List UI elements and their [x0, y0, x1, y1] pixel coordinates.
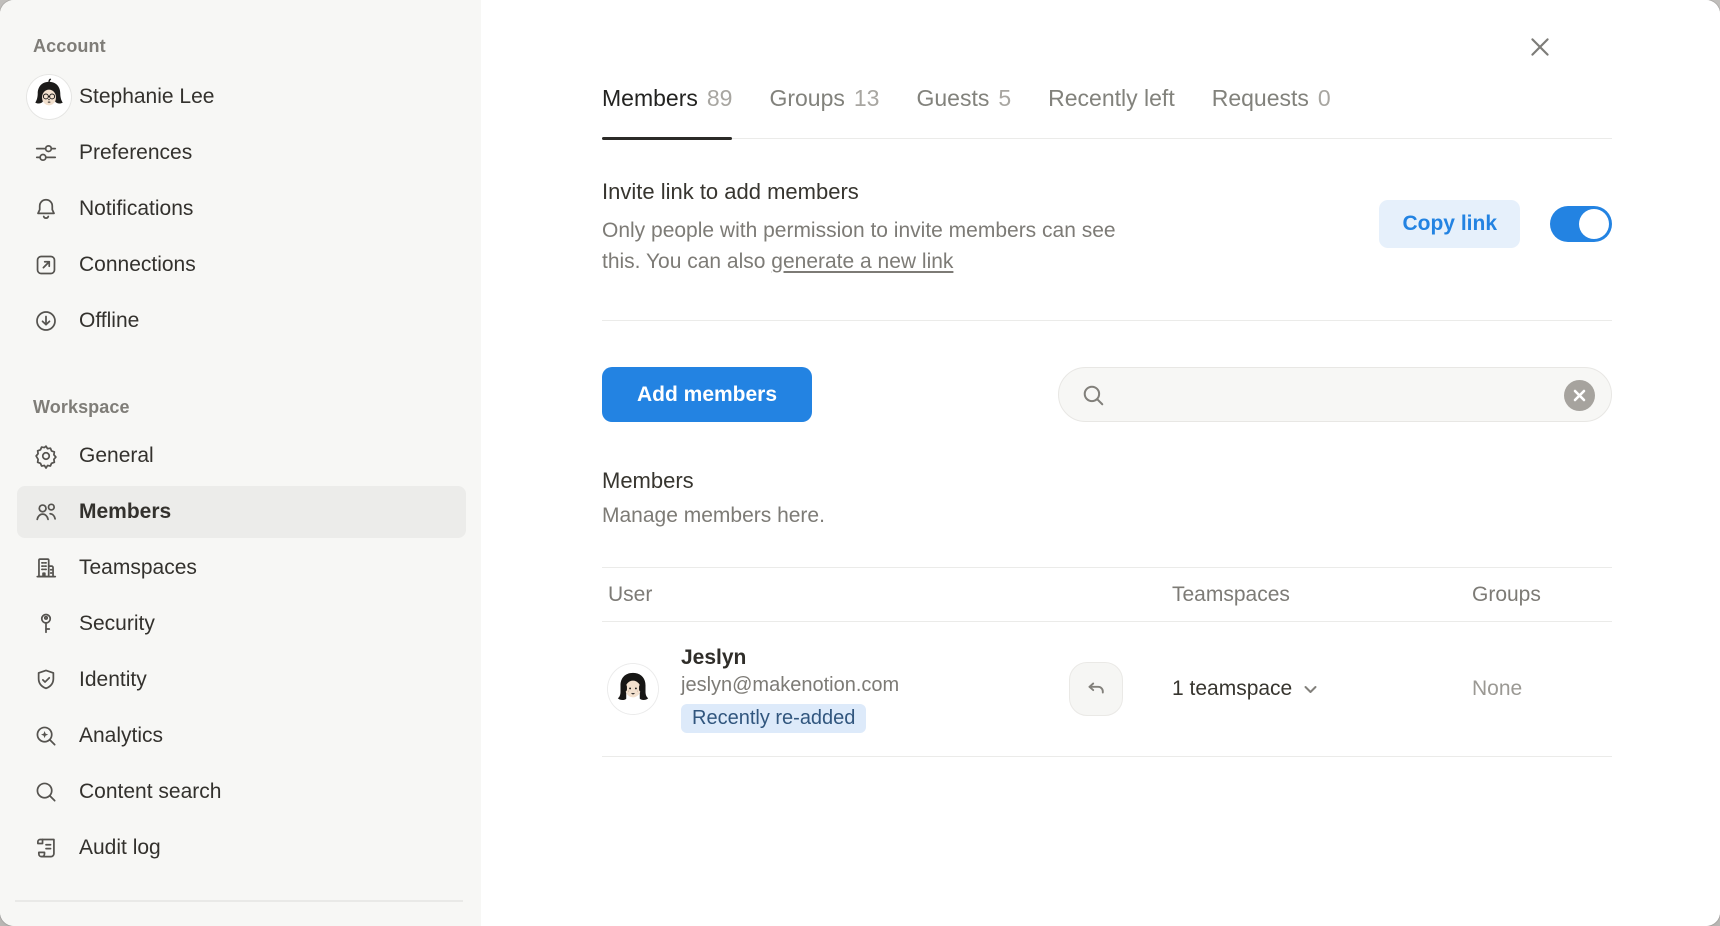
tab-members[interactable]: Members 89 — [602, 85, 732, 138]
tab-recently-left[interactable]: Recently left — [1048, 85, 1175, 138]
member-status-badge: Recently re-added — [681, 704, 866, 733]
sidebar-item-label: Connections — [79, 253, 196, 277]
sidebar-item-preferences[interactable]: Preferences — [17, 127, 466, 179]
sidebar-item-notifications[interactable]: Notifications — [17, 183, 466, 235]
sidebar-item-label: Notifications — [79, 197, 193, 221]
sidebar-item-account-user[interactable]: Stephanie Lee — [17, 71, 466, 123]
tab-count: 5 — [998, 85, 1011, 111]
download-circle-icon — [33, 308, 59, 334]
sliders-icon — [33, 140, 59, 166]
sidebar-item-label: Preferences — [79, 141, 192, 165]
magnifier-sparkle-icon — [33, 723, 59, 749]
scroll-icon — [33, 835, 59, 861]
undo-icon — [1084, 677, 1108, 701]
tab-label: Recently left — [1048, 85, 1175, 111]
settings-dialog: Account Stephanie Lee Preferences Notifi… — [0, 0, 1720, 926]
sidebar-item-identity[interactable]: Identity — [17, 654, 466, 706]
sidebar-item-label: Audit log — [79, 836, 161, 860]
tab-count: 13 — [854, 85, 880, 111]
chevron-down-icon — [1302, 681, 1319, 698]
sidebar-divider — [15, 900, 463, 902]
undo-button[interactable] — [1069, 662, 1123, 716]
sidebar-item-analytics[interactable]: Analytics — [17, 710, 466, 762]
column-header-groups: Groups — [1472, 583, 1612, 607]
members-heading: Members — [602, 468, 1612, 494]
invite-link-description: Only people with permission to invite me… — [602, 215, 1117, 277]
tab-label: Requests — [1212, 85, 1309, 111]
tab-groups[interactable]: Groups 13 — [769, 85, 879, 138]
sidebar-item-members[interactable]: Members — [17, 486, 466, 538]
add-members-button[interactable]: Add members — [602, 367, 812, 422]
tab-guests[interactable]: Guests 5 — [916, 85, 1011, 138]
member-avatar — [608, 664, 658, 714]
sidebar-item-general[interactable]: General — [17, 430, 466, 482]
sidebar-item-label: Security — [79, 612, 155, 636]
sidebar-item-label: Identity — [79, 668, 147, 692]
sidebar-item-label: General — [79, 444, 154, 468]
user-avatar — [27, 75, 71, 119]
magnifier-icon — [33, 779, 59, 805]
table-row: Jeslyn jeslyn@makenotion.com Recently re… — [602, 622, 1612, 757]
sidebar-section-workspace: Workspace — [17, 397, 466, 418]
sidebar-item-label: Offline — [79, 309, 139, 333]
tab-count: 0 — [1318, 85, 1331, 111]
column-header-teamspaces: Teamspaces — [1172, 583, 1472, 607]
member-search-box — [1058, 367, 1612, 422]
members-settings-panel: Members 89 Groups 13 Guests 5 Recently left… — [481, 0, 1720, 926]
sidebar-item-label: Teamspaces — [79, 556, 197, 580]
sidebar-section-account: Account — [17, 36, 466, 57]
sidebar-item-label: Analytics — [79, 724, 163, 748]
members-subheading: Manage members here. — [602, 504, 1612, 528]
tab-label: Members — [602, 85, 698, 111]
member-email: jeslyn@makenotion.com — [681, 674, 899, 697]
invite-link-title: Invite link to add members — [602, 179, 1117, 205]
sidebar-item-label: Members — [79, 500, 171, 524]
sidebar-item-label: Stephanie Lee — [79, 85, 214, 109]
search-icon — [1080, 382, 1107, 409]
sidebar-item-connections[interactable]: Connections — [17, 239, 466, 291]
teamspaces-dropdown[interactable]: 1 teamspace — [1172, 677, 1472, 701]
tab-count: 89 — [707, 85, 733, 111]
column-header-user: User — [602, 583, 1172, 607]
search-clear-button[interactable] — [1564, 380, 1595, 411]
member-name: Jeslyn — [681, 646, 899, 670]
arrow-out-box-icon — [33, 252, 59, 278]
tab-label: Guests — [916, 85, 989, 111]
copy-link-button[interactable]: Copy link — [1379, 200, 1520, 248]
generate-new-link[interactable]: generate a new link — [771, 250, 953, 273]
clear-x-icon — [1572, 388, 1587, 403]
invite-link-toggle[interactable] — [1550, 206, 1612, 242]
gear-icon — [33, 443, 59, 469]
invite-link-section: Invite link to add members Only people w… — [602, 139, 1612, 321]
bell-icon — [33, 196, 59, 222]
groups-value: None — [1472, 677, 1612, 701]
tab-label: Groups — [769, 85, 844, 111]
member-search-input[interactable] — [1117, 383, 1557, 407]
sidebar-item-offline[interactable]: Offline — [17, 295, 466, 347]
tab-requests[interactable]: Requests 0 — [1212, 85, 1331, 138]
sidebar-item-content-search[interactable]: Content search — [17, 766, 466, 818]
sidebar-item-security[interactable]: Security — [17, 598, 466, 650]
teamspaces-value: 1 teamspace — [1172, 677, 1292, 701]
close-button[interactable] — [1521, 28, 1559, 66]
settings-sidebar: Account Stephanie Lee Preferences Notifi… — [0, 0, 481, 926]
people-icon — [33, 499, 59, 525]
sidebar-item-audit-log[interactable]: Audit log — [17, 822, 466, 874]
members-table: User Teamspaces Groups Jeslyn jeslyn@mak… — [602, 567, 1612, 757]
members-controls-row: Add members — [602, 367, 1612, 422]
close-icon — [1527, 34, 1553, 60]
toggle-knob — [1579, 209, 1609, 239]
building-icon — [33, 555, 59, 581]
members-tab-bar: Members 89 Groups 13 Guests 5 Recently left… — [602, 85, 1612, 139]
shield-check-icon — [33, 667, 59, 693]
members-table-header: User Teamspaces Groups — [602, 567, 1612, 622]
sidebar-item-teamspaces[interactable]: Teamspaces — [17, 542, 466, 594]
key-icon — [33, 611, 59, 637]
sidebar-item-label: Content search — [79, 780, 221, 804]
